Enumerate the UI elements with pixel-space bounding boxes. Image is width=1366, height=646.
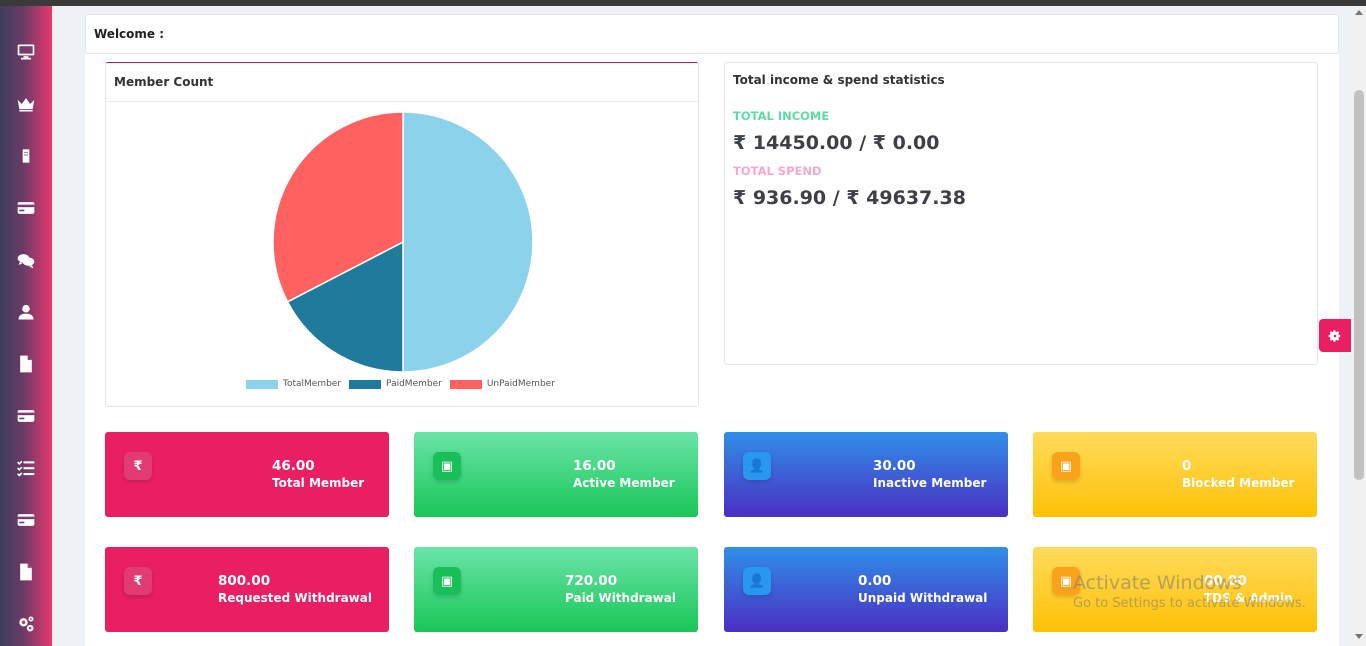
scrollbar-thumb[interactable] [1354, 90, 1364, 480]
scroll-down-arrow[interactable] [1355, 634, 1363, 639]
member-pie-chart [272, 111, 534, 373]
monitor-icon[interactable] [14, 40, 38, 64]
stat-card-total-member[interactable]: ₹ 46.00 Total Member [105, 432, 389, 517]
stat-label: Total Member [272, 476, 365, 490]
credit-card-icon[interactable] [14, 508, 38, 532]
total-income-label: TOTAL INCOME [733, 109, 830, 123]
income-spend-card: Total income & spend statistics TOTAL IN… [724, 62, 1318, 365]
credit-card-icon[interactable] [14, 404, 38, 428]
legend-swatch [449, 379, 482, 389]
tasks-icon[interactable] [14, 456, 38, 480]
stat-value: 720.00 [565, 573, 618, 589]
cogs-icon[interactable] [14, 612, 38, 636]
member-count-title: Member Count [114, 75, 214, 89]
gear-icon [1328, 329, 1341, 342]
dashboard-panel: Member Count TotalMember PaidMember UnPa… [85, 54, 1339, 646]
rupee-icon: ₹ [124, 567, 152, 595]
welcome-text: Welcome : [94, 27, 165, 41]
stat-label: Unpaid Withdrawal [858, 591, 988, 605]
money-icon: ▣ [433, 452, 461, 480]
member-count-card: Member Count TotalMember PaidMember UnPa… [105, 62, 699, 407]
stat-value: 00.00 [1204, 573, 1247, 589]
scroll-up-arrow[interactable] [1355, 10, 1363, 15]
rupee-icon: ₹ [124, 452, 152, 480]
income-spend-title: Total income & spend statistics [733, 73, 945, 87]
stat-label: Paid Withdrawal [565, 591, 676, 605]
comments-icon[interactable] [14, 248, 38, 272]
legend-label: PaidMember [386, 379, 442, 389]
stat-label: Inactive Member [873, 476, 987, 490]
stat-card-unpaid-withdrawal[interactable]: 👤 0.00 Unpaid Withdrawal [724, 547, 1008, 632]
stat-value: 30.00 [873, 458, 916, 474]
crown-icon[interactable] [14, 92, 38, 116]
stat-label: TDS & Admin [1204, 591, 1293, 605]
stat-label: Active Member [573, 476, 675, 490]
file-icon[interactable] [14, 352, 38, 376]
user-plus-icon: 👤 [743, 452, 771, 480]
building-icon[interactable] [14, 144, 38, 168]
legend-swatch [349, 379, 382, 389]
stat-card-paid-withdrawal[interactable]: ▣ 720.00 Paid Withdrawal [414, 547, 698, 632]
money-icon: ▣ [1052, 567, 1080, 595]
stat-card-active-member[interactable]: ▣ 16.00 Active Member [414, 432, 698, 517]
stat-card-blocked-member[interactable]: ▣ 0 Blocked Member [1033, 432, 1317, 517]
user-plus-icon: 👤 [743, 567, 771, 595]
sidebar [0, 6, 52, 646]
vertical-scrollbar[interactable] [1352, 6, 1366, 646]
stat-label: Blocked Member [1182, 476, 1295, 490]
total-spend-value: ₹ 936.90 / ₹ 49637.38 [733, 187, 966, 209]
stat-value: 0 [1182, 458, 1192, 474]
stat-value: 0.00 [858, 573, 892, 589]
stat-label: Requested Withdrawal [218, 591, 372, 605]
stat-value: 16.00 [573, 458, 616, 474]
settings-gear-button[interactable] [1319, 319, 1351, 352]
legend-item[interactable]: UnPaidMember [449, 379, 555, 389]
stat-value: 46.00 [272, 458, 315, 474]
total-income-value: ₹ 14450.00 / ₹ 0.00 [733, 132, 940, 154]
stat-card-requested-withdrawal[interactable]: ₹ 800.00 Requested Withdrawal [105, 547, 389, 632]
money-icon: ▣ [433, 567, 461, 595]
legend-label: TotalMember [283, 379, 342, 389]
user-icon[interactable] [14, 300, 38, 324]
legend-label: UnPaidMember [486, 379, 555, 389]
content-area: Welcome : Member Count TotalMember PaidM… [52, 6, 1352, 646]
money-icon: ▣ [1052, 452, 1080, 480]
chart-legend: TotalMember PaidMember UnPaidMember [246, 379, 555, 389]
stat-card-tds-admin[interactable]: ▣ 00.00 TDS & Admin [1033, 547, 1317, 632]
stat-value: 800.00 [218, 573, 271, 589]
stat-card-inactive-member[interactable]: 👤 30.00 Inactive Member [724, 432, 1008, 517]
credit-card-icon[interactable] [14, 196, 38, 220]
divider [106, 101, 698, 102]
pie-slice-totalmember[interactable] [402, 111, 534, 373]
legend-item[interactable]: TotalMember [246, 379, 341, 389]
total-spend-label: TOTAL SPEND [733, 164, 822, 178]
welcome-bar: Welcome : [85, 14, 1339, 54]
legend-item[interactable]: PaidMember [349, 379, 442, 389]
legend-swatch [246, 379, 278, 389]
file-icon[interactable] [14, 560, 38, 584]
